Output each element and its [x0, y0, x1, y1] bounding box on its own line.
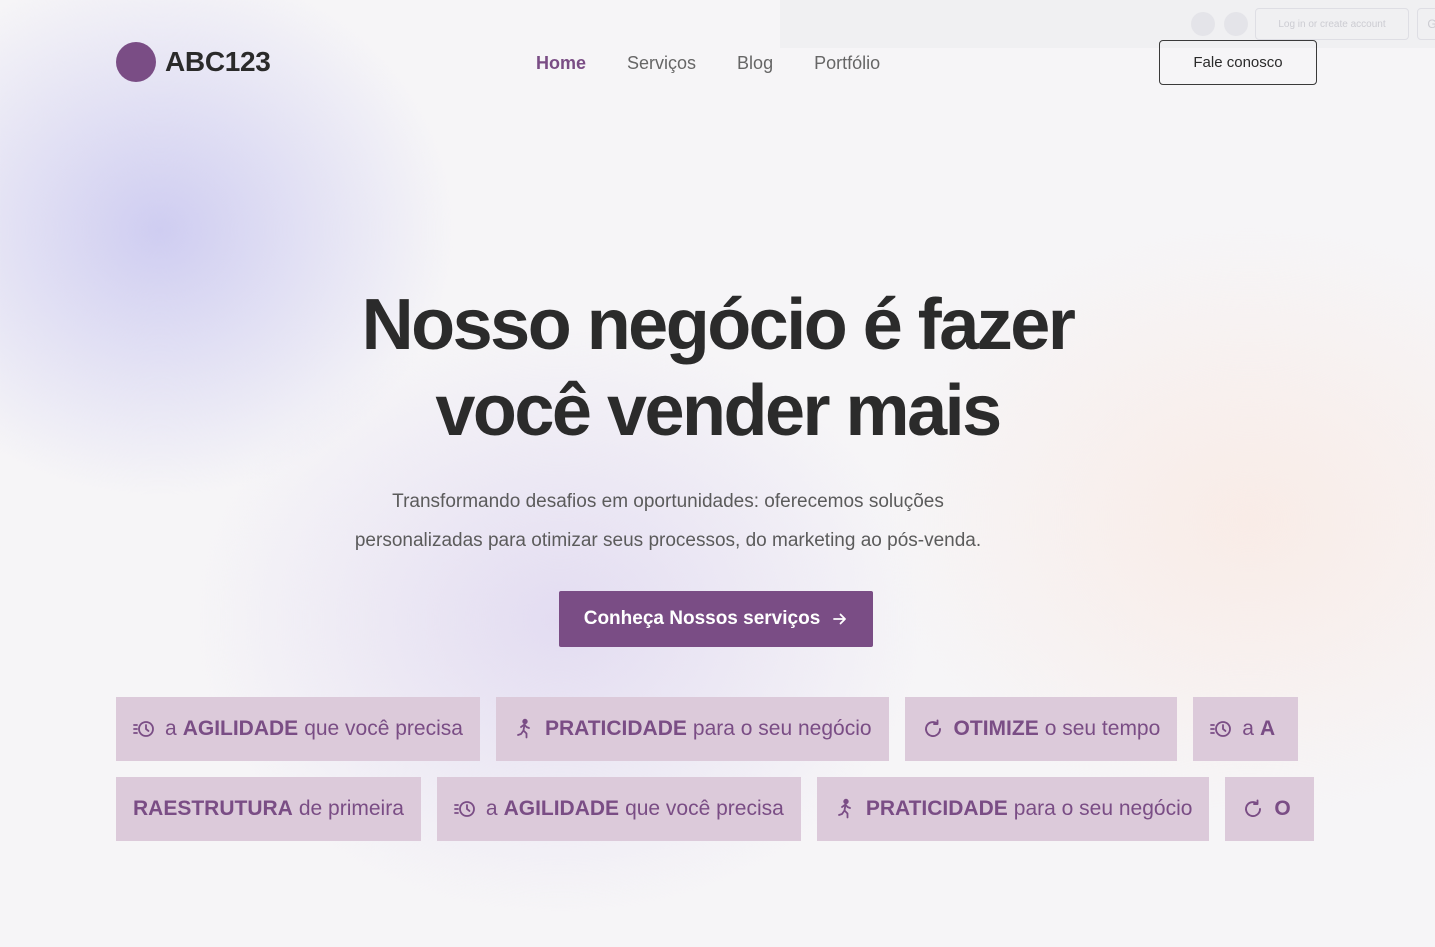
hero-subtitle: Transformando desafios em oportunidades:…: [318, 482, 1018, 560]
nav-item-blog[interactable]: Blog: [737, 51, 773, 75]
feature-chip-praticidade: PRATICIDADE para o seu negócio: [495, 697, 889, 761]
chip-post: o seu tempo: [1044, 717, 1161, 740]
chip-bold: AGILIDADE: [182, 717, 299, 740]
hero-subtitle-line-1: Transformando desafios em oportunidades:…: [392, 491, 944, 512]
services-cta-button[interactable]: Conheça Nossos serviços: [559, 591, 873, 647]
chip-post: para o seu negócio: [1013, 797, 1193, 820]
refresh-icon: [1242, 798, 1264, 820]
overlay-circle-icon: [1224, 12, 1248, 36]
feature-chip-agilidade-repeat: a A: [1193, 697, 1299, 761]
hero-title-line-1: Nosso negócio é fazer: [361, 285, 1076, 365]
logo-text: ABC123: [165, 46, 271, 77]
chip-pre: a: [165, 717, 177, 740]
chip-post: para o seu negócio: [692, 717, 872, 740]
cta-label: Conheça Nossos serviços: [583, 608, 821, 629]
features-row-1: a AGILIDADE que você precisa PRATICIDADE…: [116, 697, 1316, 761]
hero-title: Nosso negócio é fazer você vender mais: [0, 282, 1435, 454]
chip-pre: a: [485, 797, 498, 820]
running-person-icon: [834, 798, 856, 820]
chip-post: que você precisa: [625, 797, 784, 820]
feature-chip-otimize: OTIMIZE o seu tempo: [904, 697, 1178, 761]
chip-bold: PRATICIDADE: [865, 797, 1008, 820]
contact-button[interactable]: Fale conosco: [1159, 40, 1317, 85]
clock-fast-icon: [453, 798, 476, 820]
overlay-circle-icon: [1191, 12, 1215, 36]
chip-bold: A: [1259, 717, 1276, 740]
overlay-square-button[interactable]: G: [1417, 8, 1435, 40]
feature-chip-agilidade: a AGILIDADE que você precisa: [436, 777, 801, 841]
clock-fast-icon: [133, 718, 155, 740]
features-row-2: RAESTRUTURA de primeira a AGILIDADE que …: [116, 777, 1316, 841]
nav-item-servicos[interactable]: Serviços: [627, 51, 696, 75]
feature-chip-infraestrutura: RAESTRUTURA de primeira: [116, 777, 421, 841]
chip-bold: OTIMIZE: [953, 717, 1039, 740]
chip-post: de primeira: [298, 797, 404, 820]
clock-fast-icon: [1210, 718, 1232, 740]
overlay-login-button[interactable]: Log in or create account: [1255, 8, 1409, 40]
logo-circle-icon: [116, 42, 156, 82]
feature-chip-agilidade: a AGILIDADE que você precisa: [116, 697, 480, 761]
main-nav: Home Serviços Blog Portfólio: [536, 51, 921, 75]
feature-chip-otimize: O: [1225, 777, 1314, 841]
chip-pre: a: [1242, 717, 1254, 740]
nav-item-portfolio[interactable]: Portfólio: [814, 51, 880, 75]
chip-post: que você precisa: [304, 717, 463, 740]
logo[interactable]: ABC123: [116, 42, 271, 82]
chip-bold: PRATICIDADE: [544, 717, 687, 740]
refresh-icon: [922, 718, 944, 740]
chip-bold: O: [1274, 797, 1291, 820]
running-person-icon: [513, 718, 535, 740]
chip-bold: AGILIDADE: [503, 797, 620, 820]
hero-title-line-2: você vender mais: [435, 371, 1002, 451]
hero-subtitle-line-2: personalizadas para otimizar seus proces…: [354, 530, 982, 551]
feature-chip-praticidade: PRATICIDADE para o seu negócio: [816, 777, 1210, 841]
arrow-right-icon: [832, 611, 848, 627]
chip-bold: RAESTRUTURA: [133, 797, 293, 820]
nav-item-home[interactable]: Home: [536, 51, 586, 75]
